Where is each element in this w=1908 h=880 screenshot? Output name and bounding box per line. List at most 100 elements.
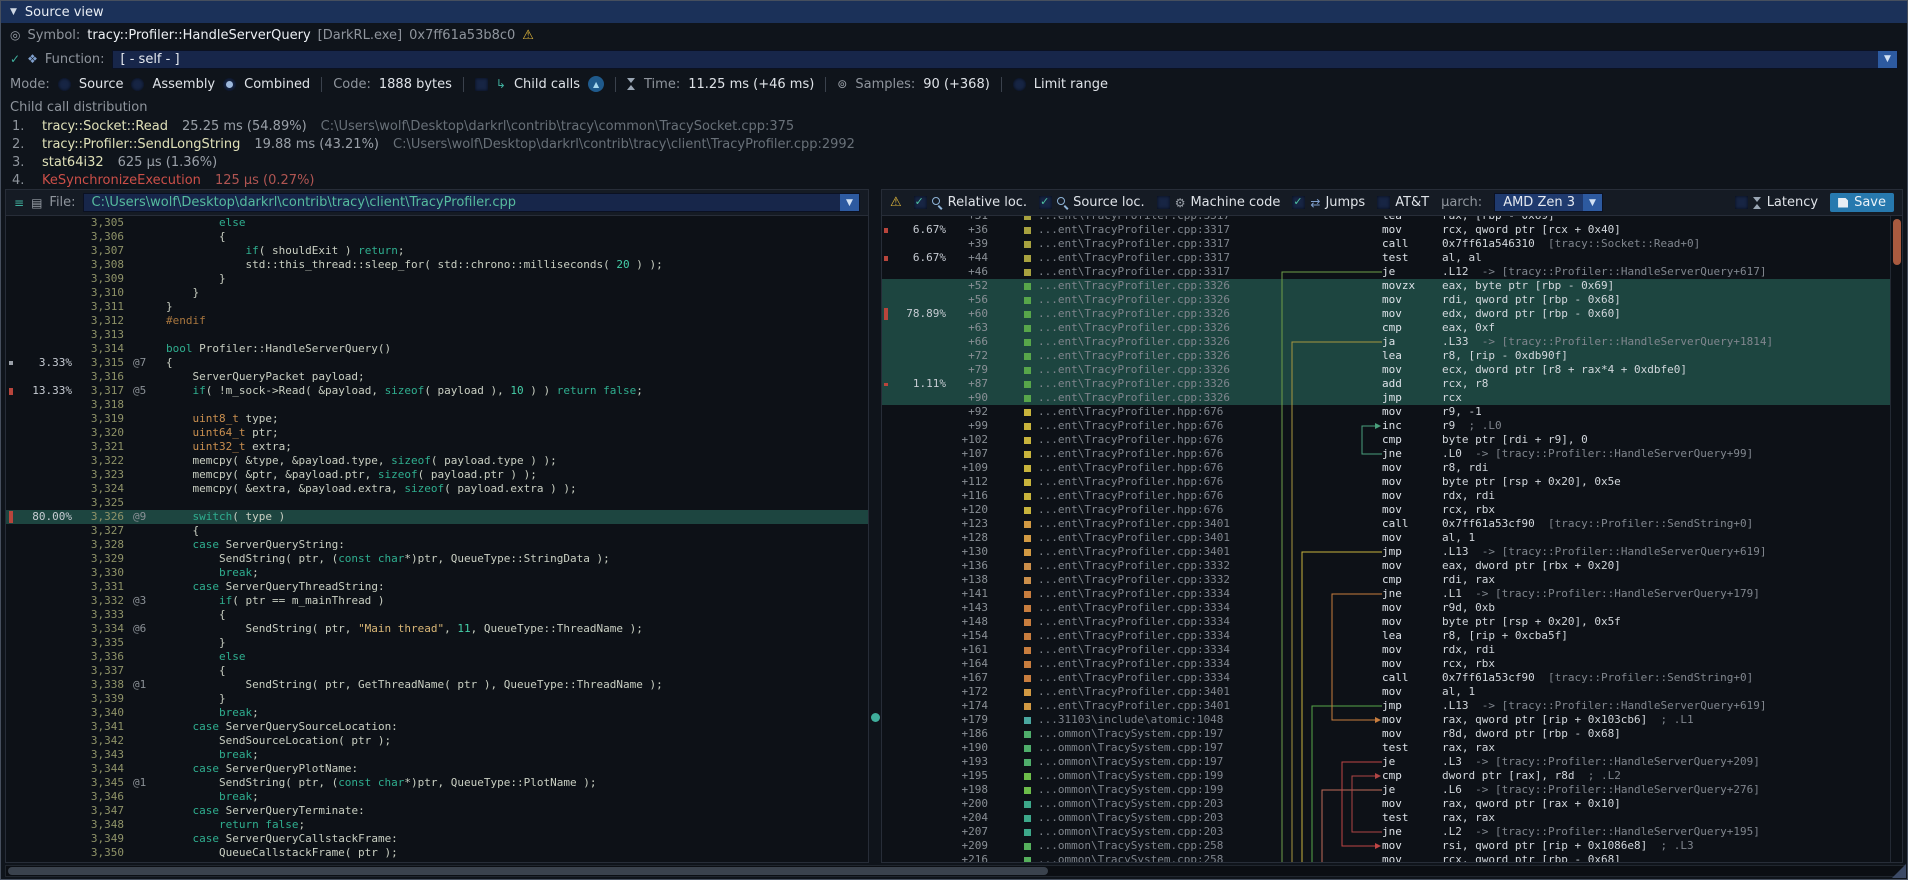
- source-line[interactable]: 3,335 }: [6, 636, 868, 650]
- source-line[interactable]: 3,336 else: [6, 650, 868, 664]
- asm-source-loc[interactable]: ...ent\TracyProfiler.hpp:676: [1024, 419, 1276, 433]
- child-calls-up-button[interactable]: ▲: [588, 76, 604, 92]
- asm-source-loc[interactable]: ...ent\TracyProfiler.cpp:3401: [1024, 699, 1276, 713]
- panel-splitter[interactable]: [869, 189, 881, 863]
- asm-row[interactable]: +186...ommon\TracySystem.cpp:197movr8d, …: [882, 727, 1902, 741]
- source-line[interactable]: 3,323 memcpy( &ptr, &payload.ptr, sizeof…: [6, 468, 868, 482]
- child-call-entry[interactable]: 1.tracy::Socket::Read25.25 ms (54.89%)C:…: [1, 117, 1907, 135]
- asm-source-loc[interactable]: ...ent\TracyProfiler.hpp:676: [1024, 503, 1276, 517]
- asm-source-loc[interactable]: ...ent\TracyProfiler.hpp:676: [1024, 475, 1276, 489]
- asm-source-loc[interactable]: ...ent\TracyProfiler.cpp:3332: [1024, 573, 1276, 587]
- source-line[interactable]: 3,305 else: [6, 216, 868, 230]
- child-calls-checkbox[interactable]: [475, 78, 488, 91]
- asm-row[interactable]: +204...ommon\TracySystem.cpp:203testrax,…: [882, 811, 1902, 825]
- source-line[interactable]: 3,310 }: [6, 286, 868, 300]
- child-call-entry[interactable]: 4.KeSynchronizeExecution125 µs (0.27%): [1, 171, 1907, 189]
- source-line[interactable]: 3,318: [6, 398, 868, 412]
- source-loc-checkbox[interactable]: [1039, 196, 1052, 209]
- asm-source-loc[interactable]: ...ent\TracyProfiler.cpp:3317: [1024, 223, 1276, 237]
- asm-row[interactable]: +136...ent\TracyProfiler.cpp:3332moveax,…: [882, 559, 1902, 573]
- asm-source-loc[interactable]: ...ommon\TracySystem.cpp:203: [1024, 811, 1276, 825]
- asm-source-loc[interactable]: ...ent\TracyProfiler.cpp:3401: [1024, 531, 1276, 545]
- asm-source-loc[interactable]: ...ommon\TracySystem.cpp:197: [1024, 755, 1276, 769]
- asm-source-loc[interactable]: ...ent\TracyProfiler.cpp:3332: [1024, 559, 1276, 573]
- asm-row[interactable]: +148...ent\TracyProfiler.cpp:3334movbyte…: [882, 615, 1902, 629]
- source-line[interactable]: 3,314bool Profiler::HandleServerQuery(): [6, 342, 868, 356]
- chevron-down-icon[interactable]: ▼: [1583, 194, 1602, 211]
- source-line[interactable]: 3,319 uint8_t type;: [6, 412, 868, 426]
- machine-code-checkbox[interactable]: [1157, 196, 1170, 209]
- relative-loc-checkbox[interactable]: [914, 196, 927, 209]
- source-line[interactable]: 3,333 {: [6, 608, 868, 622]
- asm-source-loc[interactable]: ...ent\TracyProfiler.cpp:3334: [1024, 601, 1276, 615]
- asm-row[interactable]: +167...ent\TracyProfiler.cpp:3334call0x7…: [882, 671, 1902, 685]
- source-line[interactable]: 80.00%3,326@9 switch( type ): [6, 510, 868, 524]
- asm-row[interactable]: 1.11%+87...ent\TracyProfiler.cpp:3326add…: [882, 377, 1902, 391]
- asm-row[interactable]: 78.89%+60...ent\TracyProfiler.cpp:3326mo…: [882, 307, 1902, 321]
- chevron-down-icon[interactable]: ▼: [1878, 51, 1897, 68]
- asm-source-loc[interactable]: ...ommon\TracySystem.cpp:258: [1024, 853, 1276, 862]
- asm-row[interactable]: +56...ent\TracyProfiler.cpp:3326movrdi, …: [882, 293, 1902, 307]
- asm-row[interactable]: +79...ent\TracyProfiler.cpp:3326movecx, …: [882, 363, 1902, 377]
- asm-row[interactable]: 6.67%+44...ent\TracyProfiler.cpp:3317tes…: [882, 251, 1902, 265]
- source-line[interactable]: 3,346 break;: [6, 790, 868, 804]
- source-line[interactable]: 3,350 QueueCallstackFrame( ptr );: [6, 846, 868, 860]
- asm-scrollbar[interactable]: [1890, 216, 1902, 862]
- source-line[interactable]: 3.33%3,315@7{: [6, 356, 868, 370]
- asm-source-loc[interactable]: ...ommon\TracySystem.cpp:203: [1024, 825, 1276, 839]
- asm-row[interactable]: +116...ent\TracyProfiler.hpp:676movrdx, …: [882, 489, 1902, 503]
- asm-source-loc[interactable]: ...ent\TracyProfiler.cpp:3334: [1024, 671, 1276, 685]
- source-line[interactable]: 3,337 {: [6, 664, 868, 678]
- asm-row[interactable]: +92...ent\TracyProfiler.hpp:676movr9, -1: [882, 405, 1902, 419]
- asm-source-loc[interactable]: ...ent\TracyProfiler.cpp:3326: [1024, 391, 1276, 405]
- source-line[interactable]: 3,343 break;: [6, 748, 868, 762]
- limit-range-label[interactable]: Limit range: [1034, 77, 1108, 92]
- asm-source-loc[interactable]: ...ent\TracyProfiler.cpp:3326: [1024, 349, 1276, 363]
- horizontal-scrollbar[interactable]: [5, 865, 1905, 877]
- toggle-machine-code[interactable]: ⚙ Machine code: [1157, 195, 1281, 210]
- source-line[interactable]: 3,312#endif: [6, 314, 868, 328]
- asm-row[interactable]: +112...ent\TracyProfiler.hpp:676movbyte …: [882, 475, 1902, 489]
- source-line[interactable]: 3,330 break;: [6, 566, 868, 580]
- asm-source-loc[interactable]: ...ent\TracyProfiler.cpp:3326: [1024, 293, 1276, 307]
- asm-source-loc[interactable]: ...ent\TracyProfiler.cpp:3401: [1024, 685, 1276, 699]
- function-combo[interactable]: [ - self - ] ▼: [112, 50, 1898, 69]
- asm-source-loc[interactable]: ...ommon\TracySystem.cpp:199: [1024, 783, 1276, 797]
- asm-row[interactable]: +193...ommon\TracySystem.cpp:197je.L3 ->…: [882, 755, 1902, 769]
- asm-row[interactable]: +123...ent\TracyProfiler.cpp:3401call0x7…: [882, 517, 1902, 531]
- source-line[interactable]: 3,306 {: [6, 230, 868, 244]
- mode-source-radio[interactable]: [58, 78, 71, 91]
- source-line[interactable]: 3,332@3 if( ptr == m_mainThread ): [6, 594, 868, 608]
- source-line[interactable]: 3,322 memcpy( &type, &payload.type, size…: [6, 454, 868, 468]
- child-call-entry[interactable]: 2.tracy::Profiler::SendLongString19.88 m…: [1, 135, 1907, 153]
- mode-assembly-radio[interactable]: [131, 78, 144, 91]
- asm-source-loc[interactable]: ...ommon\TracySystem.cpp:197: [1024, 727, 1276, 741]
- asm-source-loc[interactable]: ...ent\TracyProfiler.hpp:676: [1024, 461, 1276, 475]
- source-line[interactable]: 3,320 uint64_t ptr;: [6, 426, 868, 440]
- asm-row[interactable]: +72...ent\TracyProfiler.cpp:3326lear8, […: [882, 349, 1902, 363]
- asm-source-loc[interactable]: ...ent\TracyProfiler.hpp:676: [1024, 489, 1276, 503]
- source-line[interactable]: 3,339 }: [6, 692, 868, 706]
- asm-row[interactable]: +31...ent\TracyProfiler.cpp:3317learax, …: [882, 216, 1902, 223]
- source-code-view[interactable]: 3,305 else3,306 {3,307 if( shouldExit ) …: [6, 216, 868, 862]
- save-button[interactable]: Save: [1830, 193, 1894, 212]
- source-line[interactable]: 13.33%3,317@5 if( !m_sock->Read( &payloa…: [6, 384, 868, 398]
- att-checkbox[interactable]: [1377, 196, 1390, 209]
- asm-row[interactable]: +207...ommon\TracySystem.cpp:203jne.L2 -…: [882, 825, 1902, 839]
- assembly-view[interactable]: +31...ent\TracyProfiler.cpp:3317learax, …: [882, 216, 1902, 862]
- asm-row[interactable]: +141...ent\TracyProfiler.cpp:3334jne.L1 …: [882, 587, 1902, 601]
- asm-source-loc[interactable]: ...ent\TracyProfiler.cpp:3317: [1024, 237, 1276, 251]
- asm-row[interactable]: +63...ent\TracyProfiler.cpp:3326cmpeax, …: [882, 321, 1902, 335]
- asm-row[interactable]: +161...ent\TracyProfiler.cpp:3334movrdx,…: [882, 643, 1902, 657]
- asm-source-loc[interactable]: ...ent\TracyProfiler.cpp:3326: [1024, 377, 1276, 391]
- asm-source-loc[interactable]: ...ent\TracyProfiler.cpp:3334: [1024, 629, 1276, 643]
- asm-source-loc[interactable]: ...ent\TracyProfiler.cpp:3334: [1024, 657, 1276, 671]
- asm-row[interactable]: +195...ommon\TracySystem.cpp:199cmpdword…: [882, 769, 1902, 783]
- asm-source-loc[interactable]: ...ent\TracyProfiler.hpp:676: [1024, 405, 1276, 419]
- asm-row[interactable]: +39...ent\TracyProfiler.cpp:3317call0x7f…: [882, 237, 1902, 251]
- asm-source-loc[interactable]: ...ent\TracyProfiler.cpp:3334: [1024, 615, 1276, 629]
- toggle-relative-loc[interactable]: Relative loc.: [914, 195, 1027, 210]
- asm-source-loc[interactable]: ...ent\TracyProfiler.cpp:3317: [1024, 265, 1276, 279]
- splitter-grip[interactable]: [871, 713, 880, 722]
- asm-source-loc[interactable]: ...ent\TracyProfiler.hpp:676: [1024, 433, 1276, 447]
